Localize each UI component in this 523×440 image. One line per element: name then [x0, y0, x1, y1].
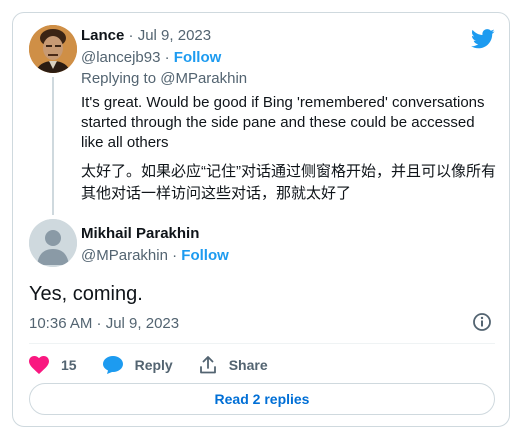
- author-name[interactable]: Lance: [81, 27, 124, 44]
- separator: ·: [128, 27, 134, 44]
- tweet1-handle-row: @lancejb93 · Follow: [81, 49, 221, 66]
- heart-icon: [29, 356, 49, 374]
- action-bar: 15 Reply Share: [29, 353, 294, 377]
- read-replies-button[interactable]: Read 2 replies: [29, 383, 495, 415]
- reply-bubble-icon: [102, 356, 123, 374]
- avatar-mikhail[interactable]: [29, 219, 77, 267]
- reply-button[interactable]: Reply: [102, 356, 173, 374]
- author-handle[interactable]: @lancejb93: [81, 49, 160, 66]
- share-button[interactable]: Share: [199, 356, 268, 374]
- replying-to-handle[interactable]: @MParakhin: [160, 70, 247, 87]
- timestamp[interactable]: 10:36 AM · Jul 9, 2023: [29, 315, 179, 332]
- like-count: 15: [61, 357, 77, 373]
- like-button[interactable]: 15: [29, 356, 77, 374]
- tweet2-handle-row: @MParakhin · Follow: [81, 247, 229, 264]
- divider: [29, 343, 495, 344]
- reply-label: Reply: [134, 357, 173, 373]
- follow-button[interactable]: Follow: [181, 247, 229, 264]
- replying-to-line: Replying to @MParakhin: [81, 70, 247, 87]
- tweet1-header: Lance · Jul 9, 2023: [81, 27, 211, 44]
- tweet-text: It's great. Would be good if Bing 'remem…: [81, 94, 485, 151]
- share-label: Share: [228, 357, 268, 373]
- avatar-lance[interactable]: [29, 25, 77, 73]
- separator: ·: [172, 247, 178, 264]
- portrait-image: [29, 25, 77, 73]
- thread-line: [52, 77, 54, 215]
- author-name[interactable]: Mikhail Parakhin: [81, 225, 199, 242]
- replying-prefix: Replying to: [81, 70, 157, 87]
- tweet-translation: 太好了。如果必应“记住”对话通过侧窗格开始，并且可以像所有其他对话一样访问这些对…: [81, 163, 496, 202]
- author-handle[interactable]: @MParakhin: [81, 247, 168, 264]
- follow-button[interactable]: Follow: [174, 49, 222, 66]
- tweet-date[interactable]: Jul 9, 2023: [138, 27, 211, 44]
- default-avatar-icon: [29, 219, 77, 267]
- separator: ·: [164, 49, 170, 66]
- share-icon: [199, 356, 216, 374]
- twitter-logo-icon[interactable]: [471, 28, 495, 50]
- info-icon[interactable]: [472, 312, 492, 332]
- reply-text: Yes, coming.: [29, 283, 143, 305]
- embedded-tweet-card: Lance · Jul 9, 2023 @lancejb93 · Follow …: [12, 12, 510, 427]
